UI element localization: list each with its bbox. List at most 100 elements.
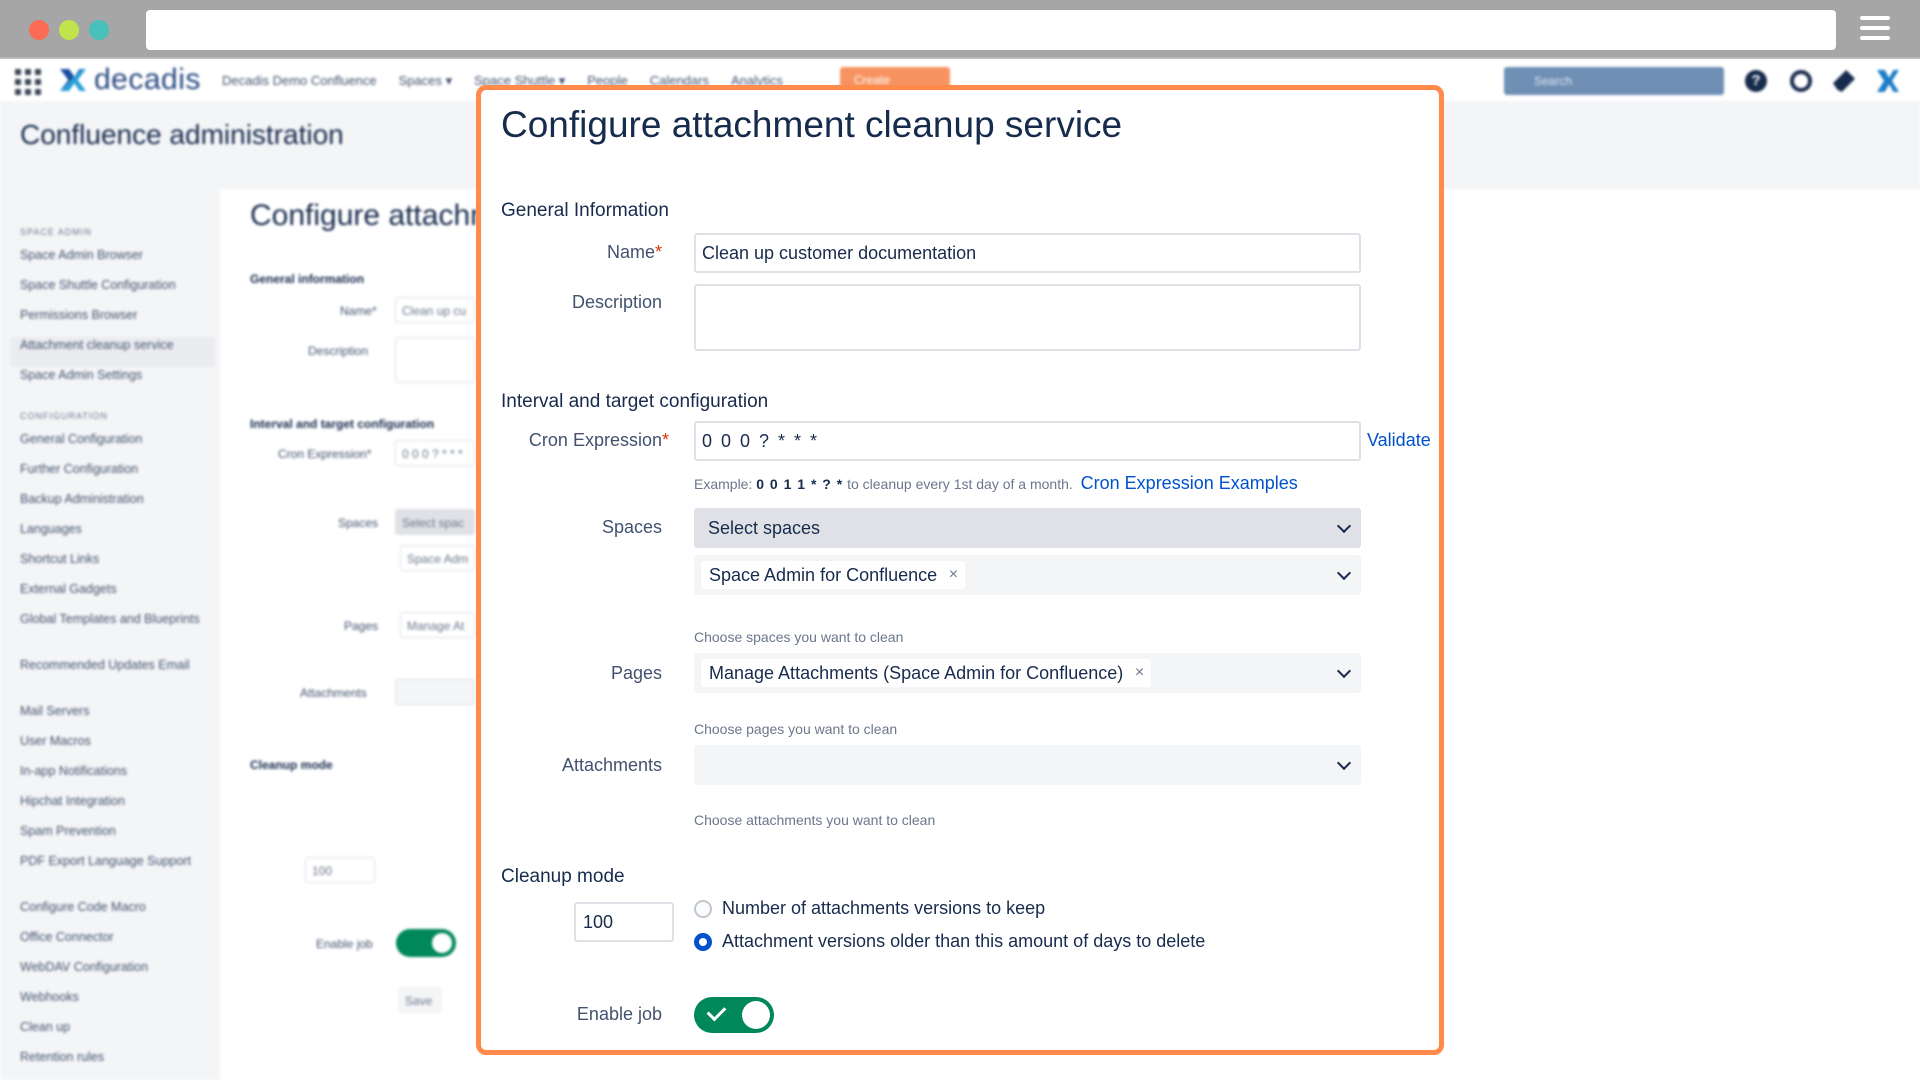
sidebar-item[interactable]: User Macros: [20, 733, 215, 763]
description-label: Description: [571, 292, 662, 312]
sidebar-item[interactable]: WebDAV Configuration: [20, 959, 215, 989]
enable-job-toggle[interactable]: [694, 997, 774, 1033]
bg-label: Cron Expression*: [278, 447, 372, 461]
window-minimize-button[interactable]: [59, 20, 79, 40]
radio-versions-circle[interactable]: [694, 899, 712, 918]
sidebar-item[interactable]: Permissions Browser: [20, 307, 215, 337]
profile-avatar-icon[interactable]: [1877, 70, 1899, 92]
bg-pages-select: Manage At: [400, 612, 475, 638]
chevron-down-icon: [1336, 755, 1352, 771]
sidebar-item[interactable]: External Gadgets: [20, 581, 215, 611]
decadis-logo-icon: [58, 67, 88, 93]
sidebar-item[interactable]: In-app Notifications: [20, 763, 215, 793]
logo-text: decadis: [94, 63, 201, 96]
bg-section-title: Interval and target configuration: [250, 417, 435, 431]
name-field[interactable]: [694, 233, 1361, 273]
name-label: Name*: [607, 242, 662, 263]
bg-label: Name*: [340, 304, 377, 318]
bg-save-button: Save: [398, 987, 442, 1013]
spaces-placeholder: Select spaces: [708, 518, 821, 538]
radio-versions-to-keep[interactable]: Number of attachments versions to keep: [694, 898, 1045, 919]
bg-label: Pages: [344, 619, 379, 633]
browser-chrome: [0, 0, 1920, 59]
cron-expression-field[interactable]: [694, 421, 1361, 461]
gear-icon[interactable]: [1790, 70, 1812, 92]
app-switcher-icon[interactable]: [15, 69, 41, 95]
spaces-hint: Choose spaces you want to clean: [694, 629, 904, 645]
sidebar-item[interactable]: Languages: [20, 521, 215, 551]
sidebar-item[interactable]: Shortcut Links: [20, 551, 215, 581]
sidebar-item[interactable]: Clean up: [20, 1019, 215, 1049]
dialog-title: Configure attachment cleanup service: [501, 104, 1123, 145]
help-icon[interactable]: ?: [1745, 70, 1767, 92]
spaces-label: Spaces: [601, 517, 662, 537]
section-cleanup-mode: Cleanup mode: [501, 866, 625, 887]
bg-label: Attachments: [300, 686, 367, 700]
space-tag: Space Admin for Confluence ×: [701, 561, 966, 589]
example-prefix: Example:: [694, 476, 757, 492]
validate-link[interactable]: Validate: [1367, 430, 1431, 451]
bg-label: Enable job: [316, 937, 373, 951]
pages-select[interactable]: Manage Attachments (Space Admin for Conf…: [694, 653, 1361, 693]
sidebar-item[interactable]: Mail Servers: [20, 703, 215, 733]
attachments-hint: Choose attachments you want to clean: [694, 812, 936, 828]
background-heading: Configure attachm: [250, 199, 496, 232]
space-tag-label: Space Admin for Confluence: [709, 565, 938, 585]
remove-tag-icon[interactable]: ×: [1135, 659, 1144, 687]
window-maximize-button[interactable]: [89, 20, 109, 40]
radio-days-circle[interactable]: [694, 932, 712, 951]
sidebar: SPACE ADMIN Space Admin Browser Space Sh…: [0, 189, 220, 1080]
chevron-down-icon: [1336, 663, 1352, 679]
sidebar-item[interactable]: General Configuration: [20, 431, 215, 461]
sidebar-list: SPACE ADMIN Space Admin Browser Space Sh…: [10, 213, 215, 1079]
required-marker: *: [654, 242, 662, 262]
nav-item-spaces[interactable]: Spaces ▾: [399, 73, 453, 89]
cron-examples-link[interactable]: Cron Expression Examples: [1081, 473, 1298, 493]
spaces-selected-box[interactable]: Space Admin for Confluence ×: [694, 555, 1361, 595]
sidebar-item[interactable]: Configure Code Macro: [20, 899, 215, 929]
search-input[interactable]: Search: [1504, 67, 1724, 95]
cron-label: Cron Expression*: [529, 430, 669, 451]
radio-versions-label: Number of attachments versions to keep: [722, 898, 1046, 918]
sidebar-item[interactable]: Backup Administration: [20, 491, 215, 521]
menu-icon[interactable]: [1860, 16, 1890, 42]
sidebar-item[interactable]: Further Configuration: [20, 461, 215, 491]
remove-tag-icon[interactable]: ×: [949, 561, 958, 589]
toggle-knob: [742, 1001, 770, 1029]
sidebar-section-space-admin: SPACE ADMIN: [20, 227, 92, 237]
attachments-label: Attachments: [561, 755, 662, 775]
sidebar-item[interactable]: Webhooks: [20, 989, 215, 1019]
cleanup-amount-input[interactable]: [574, 902, 674, 942]
nav-item-site[interactable]: Decadis Demo Confluence: [222, 73, 377, 89]
address-bar[interactable]: [146, 10, 1836, 50]
description-textarea[interactable]: [694, 284, 1361, 351]
sidebar-item[interactable]: Office Connector: [20, 929, 215, 959]
decadis-logo[interactable]: decadis: [58, 63, 201, 97]
window-close-button[interactable]: [29, 20, 49, 40]
pages-hint: Choose pages you want to clean: [694, 721, 898, 737]
bg-section-title: General information: [250, 272, 365, 286]
sidebar-item[interactable]: Recommended Updates Email: [20, 657, 215, 703]
sidebar-item[interactable]: Spam Prevention: [20, 823, 215, 853]
sidebar-item[interactable]: Space Shuttle Configuration: [20, 277, 215, 307]
attachments-select[interactable]: [694, 745, 1361, 785]
sidebar-item[interactable]: Hipchat Integration: [20, 793, 215, 823]
notifications-icon[interactable]: [1833, 70, 1855, 92]
sidebar-item[interactable]: Global Templates and Blueprints: [20, 611, 215, 657]
bg-description-field: [395, 337, 475, 383]
page-tag-label: Manage Attachments (Space Admin for Conf…: [709, 663, 1124, 683]
sidebar-item[interactable]: Space Admin Settings: [20, 367, 215, 397]
sidebar-item-active[interactable]: Attachment cleanup service: [10, 337, 215, 367]
bg-attachments-select: [395, 679, 475, 705]
bg-cleanup-field: 100: [305, 857, 375, 883]
radio-days-label: Attachment versions older than this amou…: [722, 931, 1206, 951]
sidebar-item[interactable]: PDF Export Language Support: [20, 853, 215, 899]
cron-label-text: Cron Expression: [528, 430, 662, 450]
bg-cron-field: 0 0 0 ? * * *: [395, 440, 475, 466]
radio-days-to-delete[interactable]: Attachment versions older than this amou…: [694, 931, 1205, 952]
bg-enable-toggle: [396, 929, 456, 957]
spaces-select[interactable]: Select spaces: [694, 508, 1361, 548]
bg-section-title: Cleanup mode: [250, 758, 333, 772]
sidebar-item[interactable]: Space Admin Browser: [20, 247, 215, 277]
sidebar-item[interactable]: Retention rules: [20, 1049, 215, 1079]
